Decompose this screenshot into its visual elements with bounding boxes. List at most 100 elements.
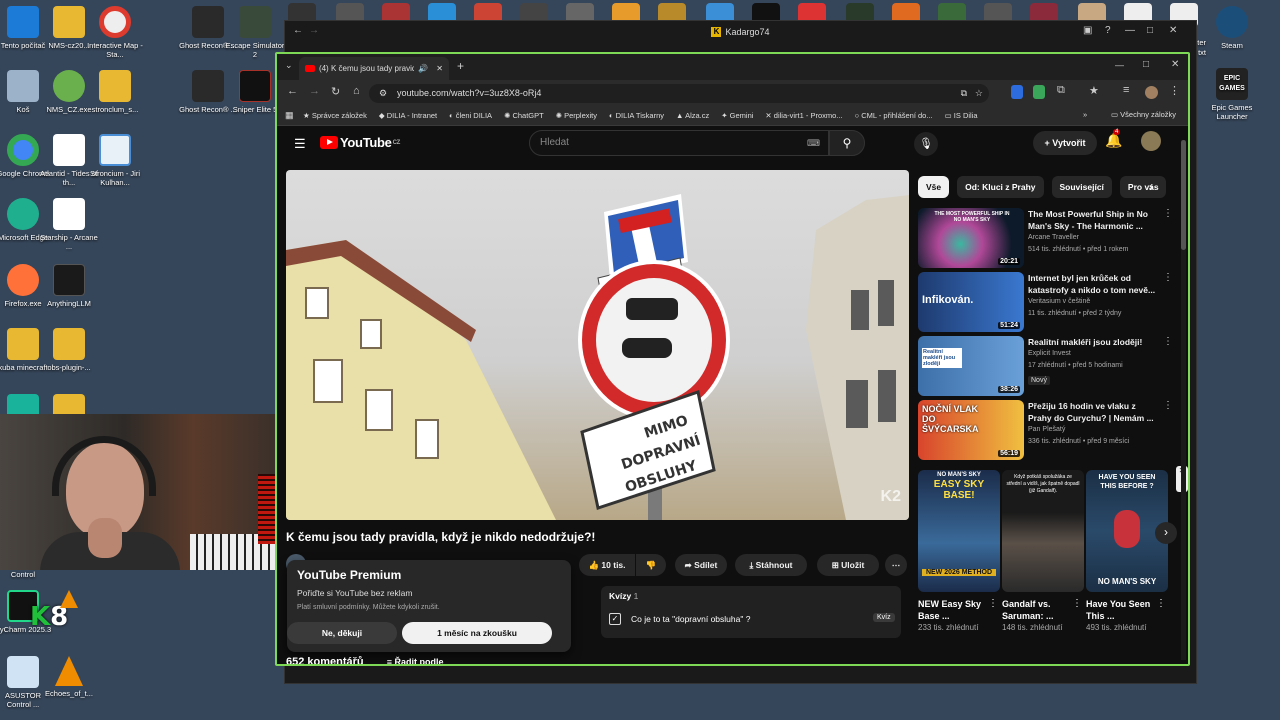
forward-icon[interactable]: → — [309, 85, 320, 97]
chip-all[interactable]: Vše — [918, 176, 950, 198]
close-icon[interactable]: ✕ — [1171, 59, 1179, 70]
recommendation-item[interactable]: Infikován. 51:24 Internet byl jen krůček… — [918, 272, 1173, 332]
site-info-icon[interactable]: ⚙ — [379, 84, 387, 103]
desktop-icon-obs-plugin[interactable]: obs-plugin-... — [39, 328, 99, 372]
chip-from-channel[interactable]: Od: Kluci z Prahy — [957, 176, 1044, 198]
bookmark-item[interactable]: ◐ členi DILIA — [449, 111, 492, 120]
more-options-icon[interactable]: ⋮ — [1163, 272, 1173, 283]
forward-arrow-icon[interactable]: → — [309, 25, 319, 36]
more-actions-button[interactable]: ⋯ — [885, 554, 907, 576]
decline-button[interactable]: Ne, děkuji — [287, 622, 397, 644]
desktop-icon-starship[interactable]: Starship - Arcane ... — [39, 198, 99, 251]
bookmark-item[interactable]: ▲ Alza.cz — [676, 111, 709, 120]
desktop-icon-control[interactable]: Control — [0, 570, 53, 579]
extensions-puzzle-icon[interactable]: ⧉ — [1057, 84, 1065, 97]
shorts-next-button[interactable]: › — [1155, 522, 1177, 544]
desktop-icon-anythingllm[interactable]: AnythingLLM — [39, 264, 99, 308]
bookmark-item[interactable]: ✦ Gemini — [721, 111, 753, 120]
dislike-button[interactable]: 👎 — [636, 554, 666, 576]
chip-related[interactable]: Související — [1051, 176, 1112, 198]
user-avatar[interactable] — [1141, 131, 1161, 151]
search-button[interactable]: ⚲ — [829, 130, 865, 156]
more-options-icon[interactable]: ⋮ — [1163, 208, 1173, 219]
chip-for-you[interactable]: Pro vás — [1119, 176, 1166, 198]
short-item[interactable]: Když potkáš spolužáka ze střední a vidíš… — [1002, 470, 1084, 634]
bookmark-manager-icon[interactable]: ★ — [1089, 84, 1099, 97]
voice-search-button[interactable]: 🎙 — [914, 132, 938, 156]
recommendation-item[interactable]: NOČNÍ VLAK DO ŠVÝCARSKA 56:19 Přežiju 16… — [918, 400, 1173, 460]
extension-icon[interactable] — [1011, 85, 1023, 99]
browser-tab-active[interactable]: (4) K čemu jsou tady pravid 🔊 ✕ — [299, 57, 449, 80]
new-tab-icon[interactable]: + — [457, 59, 464, 73]
keyboard-icon[interactable]: ⌨ — [807, 131, 820, 155]
speaker-icon[interactable]: 🔊 — [418, 64, 428, 73]
trial-button[interactable]: 1 měsíc na zkoušku — [402, 622, 552, 644]
minimize-icon[interactable]: — — [1115, 60, 1124, 70]
bookmark-item[interactable]: ★ Správce záložek — [303, 111, 367, 120]
minimize-icon[interactable]: — — [1125, 25, 1135, 36]
bookmark-item[interactable]: ◐ DILIA Tiskarny — [609, 111, 664, 120]
more-options-icon[interactable]: ⋮ — [1156, 598, 1166, 609]
more-options-icon[interactable]: ⋮ — [988, 598, 998, 609]
bookmark-item[interactable]: ▭ IS Dilia — [945, 111, 978, 120]
download-button[interactable]: ⤓ Stáhnout — [735, 554, 807, 576]
recommendation-item[interactable]: Realitní makléři jsou zloději 38:26 Real… — [918, 336, 1173, 396]
chips-next-icon[interactable]: › — [1149, 180, 1153, 194]
close-icon[interactable]: ✕ — [1169, 25, 1177, 36]
reload-icon[interactable]: ↻ — [331, 85, 340, 98]
red-light-strip — [258, 474, 276, 544]
bookmark-star-icon[interactable]: ☆ — [975, 84, 983, 103]
install-app-icon[interactable]: ⧉ — [961, 84, 967, 103]
short-item[interactable]: NO MAN'S SKY EASY SKY BASE! NEW 2026 MET… — [918, 470, 1000, 634]
tab-list-chevron-icon[interactable]: ⌄ — [285, 60, 293, 71]
video-player[interactable]: MIMO DOPRAVNÍ OBSLUHY K2 — [286, 170, 909, 520]
maximize-icon[interactable]: □ — [1143, 59, 1149, 70]
desktop-icon-epic-games[interactable]: EPIC GAMES Epic Games Launcher — [1202, 68, 1262, 121]
desktop-icon-partial-folder[interactable] — [39, 394, 99, 414]
extension-icon[interactable] — [1033, 85, 1045, 99]
save-button[interactable]: ⊞ Uložit — [817, 554, 879, 576]
more-options-icon[interactable]: ⋮ — [1163, 336, 1173, 347]
bookmark-item[interactable]: ◆ DILIA - Intranet — [379, 111, 437, 120]
screenshot-icon[interactable]: ▣ — [1083, 25, 1092, 36]
desktop-icon-interactive-map[interactable]: Interactive Map - Sta... — [85, 6, 145, 59]
sort-button[interactable]: ≡ Řadit podle — [387, 657, 444, 664]
help-icon[interactable]: ? — [1105, 25, 1111, 36]
desktop-icon-steam[interactable]: Steam — [1202, 6, 1262, 50]
home-icon[interactable]: ⌂ — [353, 85, 360, 97]
like-button[interactable]: 👍 10 tis. — [579, 554, 635, 576]
recommendation-item[interactable]: THE MOST POWERFUL SHIP IN NO MAN'S SKY 2… — [918, 208, 1173, 268]
bookmarks-overflow-icon[interactable]: » — [1083, 110, 1087, 119]
bookmark-item[interactable]: ✺ Perplexity — [556, 111, 597, 120]
tab-close-icon[interactable]: ✕ — [436, 64, 443, 73]
search-input[interactable]: Hledat ⌨ — [529, 130, 829, 156]
back-arrow-icon[interactable]: ← — [293, 25, 303, 36]
scrollbar-thumb[interactable] — [1181, 140, 1186, 250]
notifications-button[interactable]: 🔔 4 — [1105, 129, 1122, 149]
bookmark-item[interactable]: ○ CML - přihlášení do... — [855, 111, 933, 120]
youtube-logo[interactable]: YouTube CZ — [320, 135, 400, 150]
hamburger-menu-icon[interactable]: ☰ — [294, 136, 306, 152]
desktop-icon-stronclum[interactable]: stronclum_s... — [85, 70, 145, 114]
desktop-icon-echoes[interactable]: Echoes_of_t... — [39, 656, 99, 698]
bookmark-item[interactable]: ✺ ChatGPT — [504, 111, 544, 120]
thumbnail-caption: NOČNÍ VLAK DO ŠVÝCARSKA — [922, 404, 979, 434]
create-button[interactable]: + Vytvořit — [1033, 131, 1097, 155]
browser-menu-icon[interactable]: ⋮ — [1169, 84, 1180, 97]
vlc-icon-top[interactable] — [60, 590, 78, 608]
url-field[interactable]: ⚙ youtube.com/watch?v=3uz8X8-oRj4 ⧉ ☆ — [369, 84, 989, 103]
maximize-icon[interactable]: □ — [1147, 25, 1153, 36]
bookmark-item[interactable]: ✕ dilia-virt1 - Proxmo... — [765, 111, 842, 120]
back-icon[interactable]: ← — [287, 85, 298, 97]
apps-grid-icon[interactable]: ▦ — [285, 110, 294, 121]
short-item[interactable]: HAVE YOU SEEN THIS BEFORE ? NO MAN'S SKY… — [1086, 470, 1168, 634]
share-button[interactable]: ➦ Sdílet — [675, 554, 727, 576]
more-options-icon[interactable]: ⋮ — [1072, 598, 1082, 609]
quiz-card[interactable]: Kvízy 1 ✓ Co je to ta "dopravní obsluha"… — [601, 586, 901, 638]
page-scrollbar[interactable] — [1181, 140, 1186, 660]
all-bookmarks[interactable]: ▭ Všechny záložky — [1111, 110, 1176, 119]
desktop-icon-stroncium[interactable]: Stroncium - Jiri Kulhan... — [85, 134, 145, 187]
profile-avatar[interactable] — [1145, 86, 1158, 99]
more-options-icon[interactable]: ⋮ — [1163, 400, 1173, 411]
reading-list-icon[interactable]: ≡ — [1123, 84, 1129, 96]
